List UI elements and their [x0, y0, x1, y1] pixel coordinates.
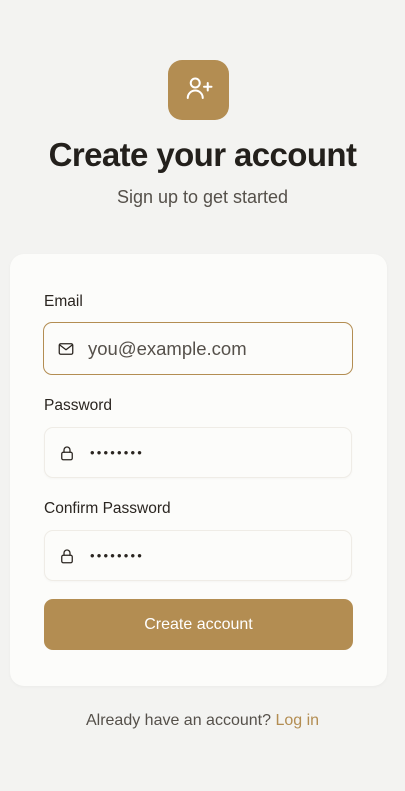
password-field[interactable]: ••••••••	[44, 427, 352, 478]
email-field[interactable]: you@example.com	[43, 322, 353, 375]
page-title: Create your account	[48, 136, 357, 173]
login-prompt: Already have an account? Log in	[0, 712, 405, 730]
confirm-password-value: ••••••••	[90, 548, 145, 563]
lock-icon	[57, 546, 77, 566]
page-subtitle: Sign up to get started	[116, 187, 289, 207]
password-label: Password	[44, 397, 113, 414]
create-account-button[interactable]: Create account	[44, 599, 353, 650]
mail-icon	[56, 339, 76, 359]
signup-card: Email you@example.com Password •••••••• …	[10, 254, 387, 686]
email-label: Email	[44, 293, 83, 310]
confirm-password-label: Confirm Password	[44, 500, 171, 517]
confirm-password-field[interactable]: ••••••••	[44, 530, 352, 581]
email-placeholder: you@example.com	[88, 337, 247, 359]
user-plus-icon	[184, 73, 214, 108]
login-prompt-text: Already have an account?	[85, 712, 271, 729]
login-link[interactable]: Log in	[275, 712, 319, 729]
app-logo	[168, 60, 229, 120]
password-value: ••••••••	[90, 445, 145, 460]
lock-icon	[57, 443, 77, 463]
